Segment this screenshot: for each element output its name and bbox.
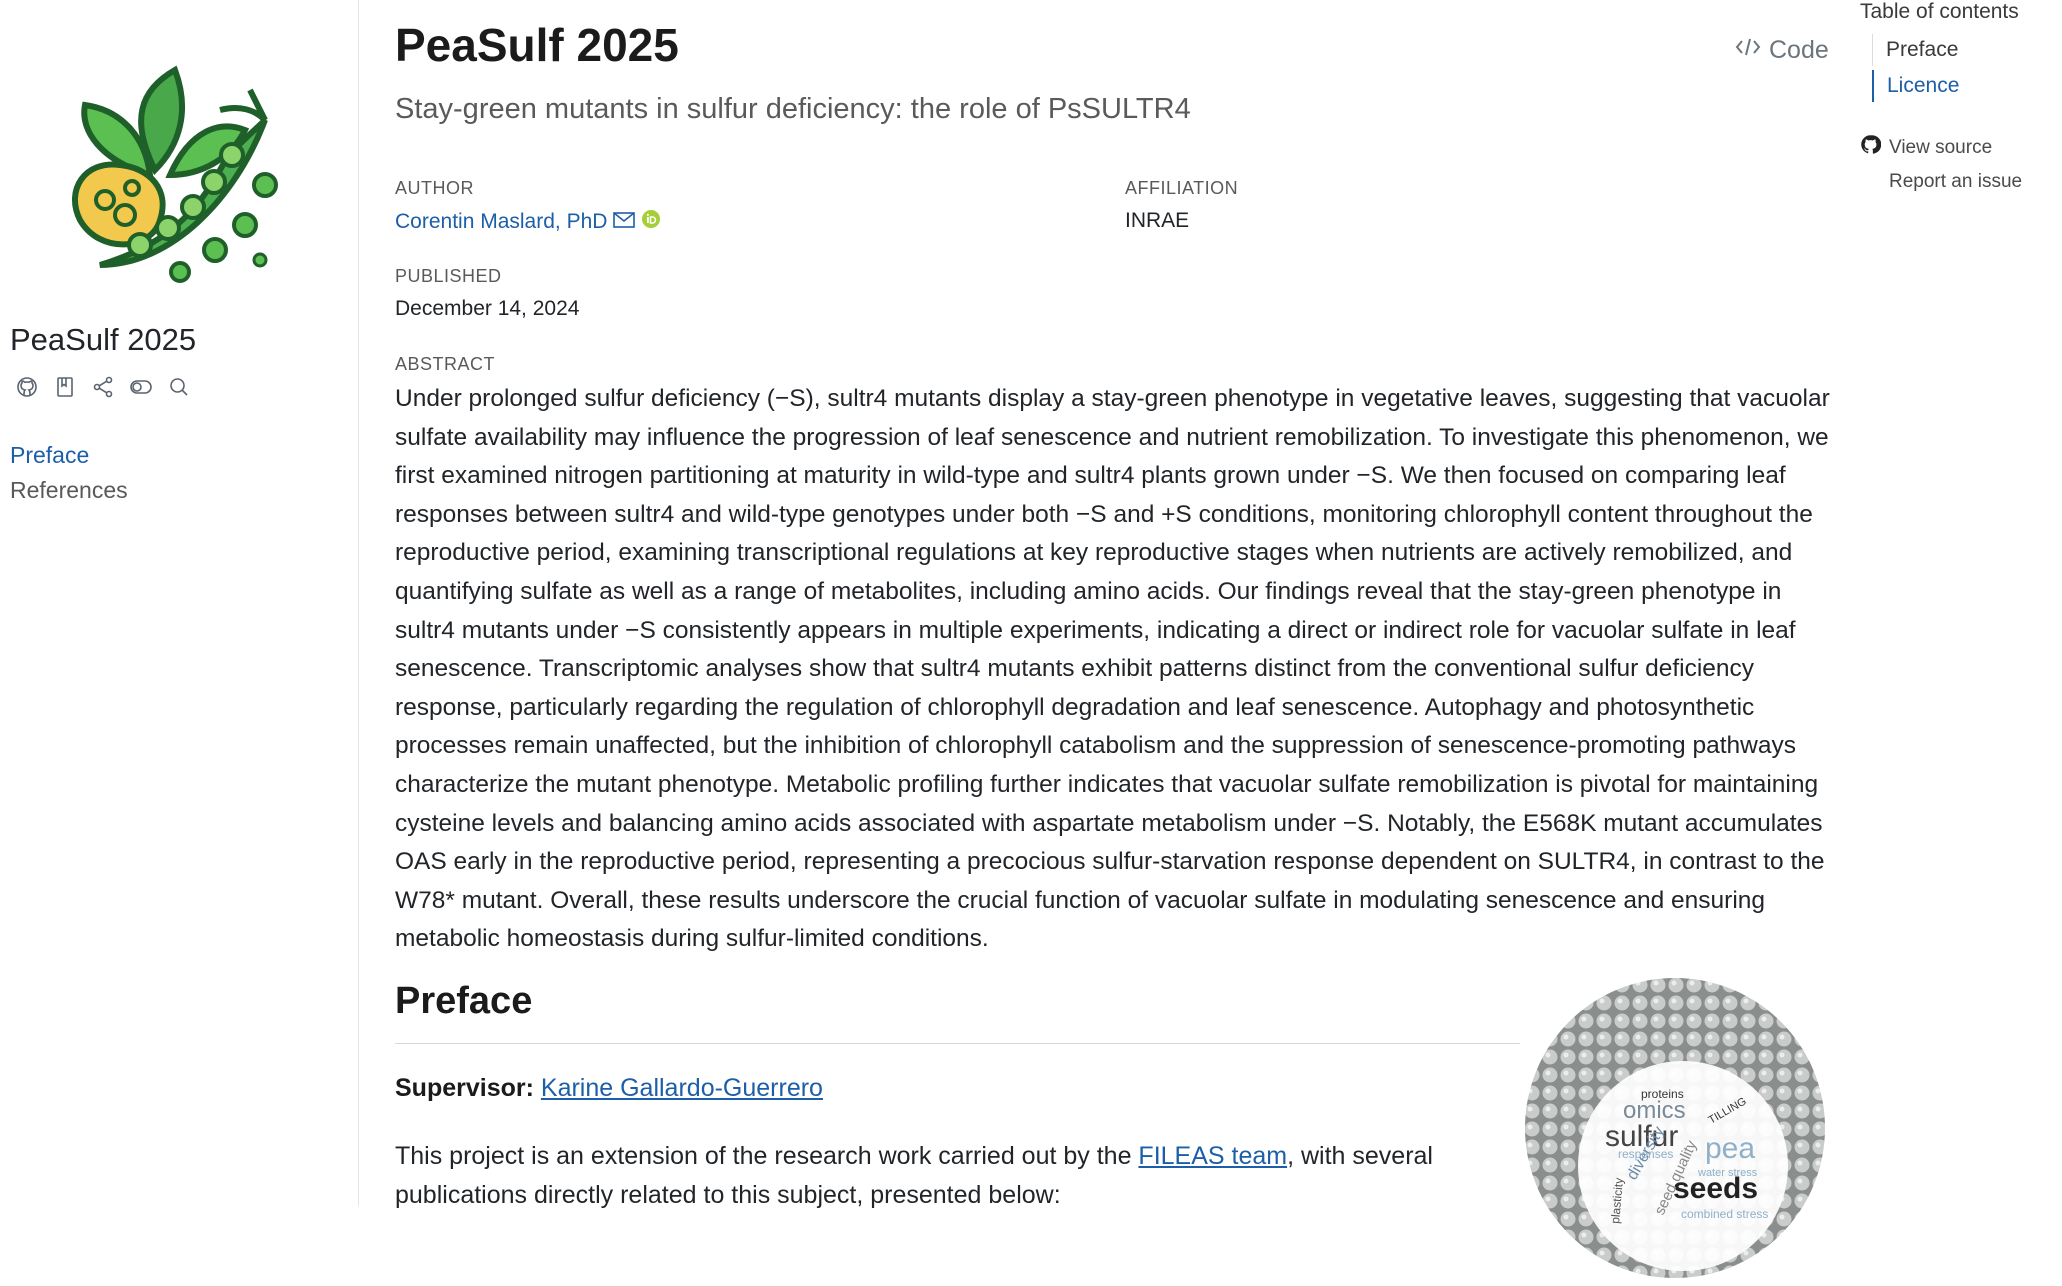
toggle-icon[interactable] — [128, 374, 154, 400]
code-button[interactable]: Code — [1735, 36, 1829, 65]
supervisor-link[interactable]: Karine Gallardo-Guerrero — [541, 1074, 823, 1102]
supervisor-line: Supervisor: Karine Gallardo-Guerrero — [395, 1074, 823, 1103]
report-issue-link[interactable]: Report an issue — [1860, 171, 2022, 193]
toc-links: View source Report an issue — [1860, 134, 2022, 203]
toc-list: Preface Licence — [1872, 34, 1959, 106]
wordcloud-word-pea: pea — [1705, 1132, 1755, 1165]
github-icon — [1860, 134, 1882, 161]
site-title[interactable]: PeaSulf 2025 — [10, 322, 196, 358]
abstract-text: Under prolonged sulfur deficiency (−S), … — [395, 385, 1830, 953]
wordcloud-word-combined-stress: combined stress — [1681, 1207, 1768, 1221]
affiliation-value: INRAE — [1125, 209, 1190, 232]
wordcloud-word-responses: responses — [1618, 1147, 1673, 1161]
preface-heading: Preface — [395, 980, 533, 1022]
toc-title: Table of contents — [1860, 0, 2019, 23]
fileas-team-link[interactable]: FILEAS team — [1138, 1142, 1287, 1170]
pea-logo[interactable] — [60, 50, 290, 290]
abstract-label: ABSTRACT — [395, 354, 496, 374]
report-issue-label: Report an issue — [1889, 171, 2023, 192]
heading-divider — [395, 1043, 1520, 1044]
view-source-link[interactable]: View source — [1860, 134, 2022, 161]
code-icon — [1735, 36, 1761, 65]
supervisor-label: Supervisor: — [395, 1074, 534, 1102]
sidebar-item-references[interactable]: References — [10, 477, 128, 504]
published-label: PUBLISHED — [395, 266, 502, 286]
author-link[interactable]: Corentin Maslard, PhD — [395, 210, 607, 234]
sidebar: PeaSulf 2025 Preface References — [0, 0, 359, 1206]
page-subtitle: Stay-green mutants in sulfur deficiency:… — [395, 93, 1191, 125]
toc-item-preface[interactable]: Preface — [1872, 34, 1959, 66]
github-icon[interactable] — [14, 374, 40, 400]
author-label: AUTHOR — [395, 178, 474, 198]
sidebar-tools — [14, 374, 192, 400]
code-label: Code — [1769, 36, 1829, 64]
share-icon[interactable] — [90, 374, 116, 400]
project-text-before: This project is an extension of the rese… — [395, 1142, 1139, 1170]
search-icon[interactable] — [166, 374, 192, 400]
project-paragraph: This project is an extension of the rese… — [395, 1137, 1455, 1214]
orcid-icon[interactable] — [641, 209, 661, 235]
wordcloud-word-water-stress: water stress — [1697, 1167, 1758, 1179]
sidebar-item-preface[interactable]: Preface — [10, 442, 128, 469]
published-date: December 14, 2024 — [395, 297, 580, 320]
email-icon[interactable] — [613, 210, 636, 234]
sidebar-nav: Preface References — [10, 442, 128, 512]
seeds-wordcloud-image: proteins omics sulfur pea seeds TILLING … — [1523, 976, 1828, 1281]
page-title: PeaSulf 2025 — [395, 19, 679, 71]
bookmark-icon[interactable] — [52, 374, 78, 400]
affiliation-label: AFFILIATION — [1125, 178, 1239, 198]
view-source-label: View source — [1889, 136, 1993, 158]
toc-item-licence[interactable]: Licence — [1872, 70, 1959, 102]
author-entry: Corentin Maslard, PhD — [395, 209, 661, 235]
